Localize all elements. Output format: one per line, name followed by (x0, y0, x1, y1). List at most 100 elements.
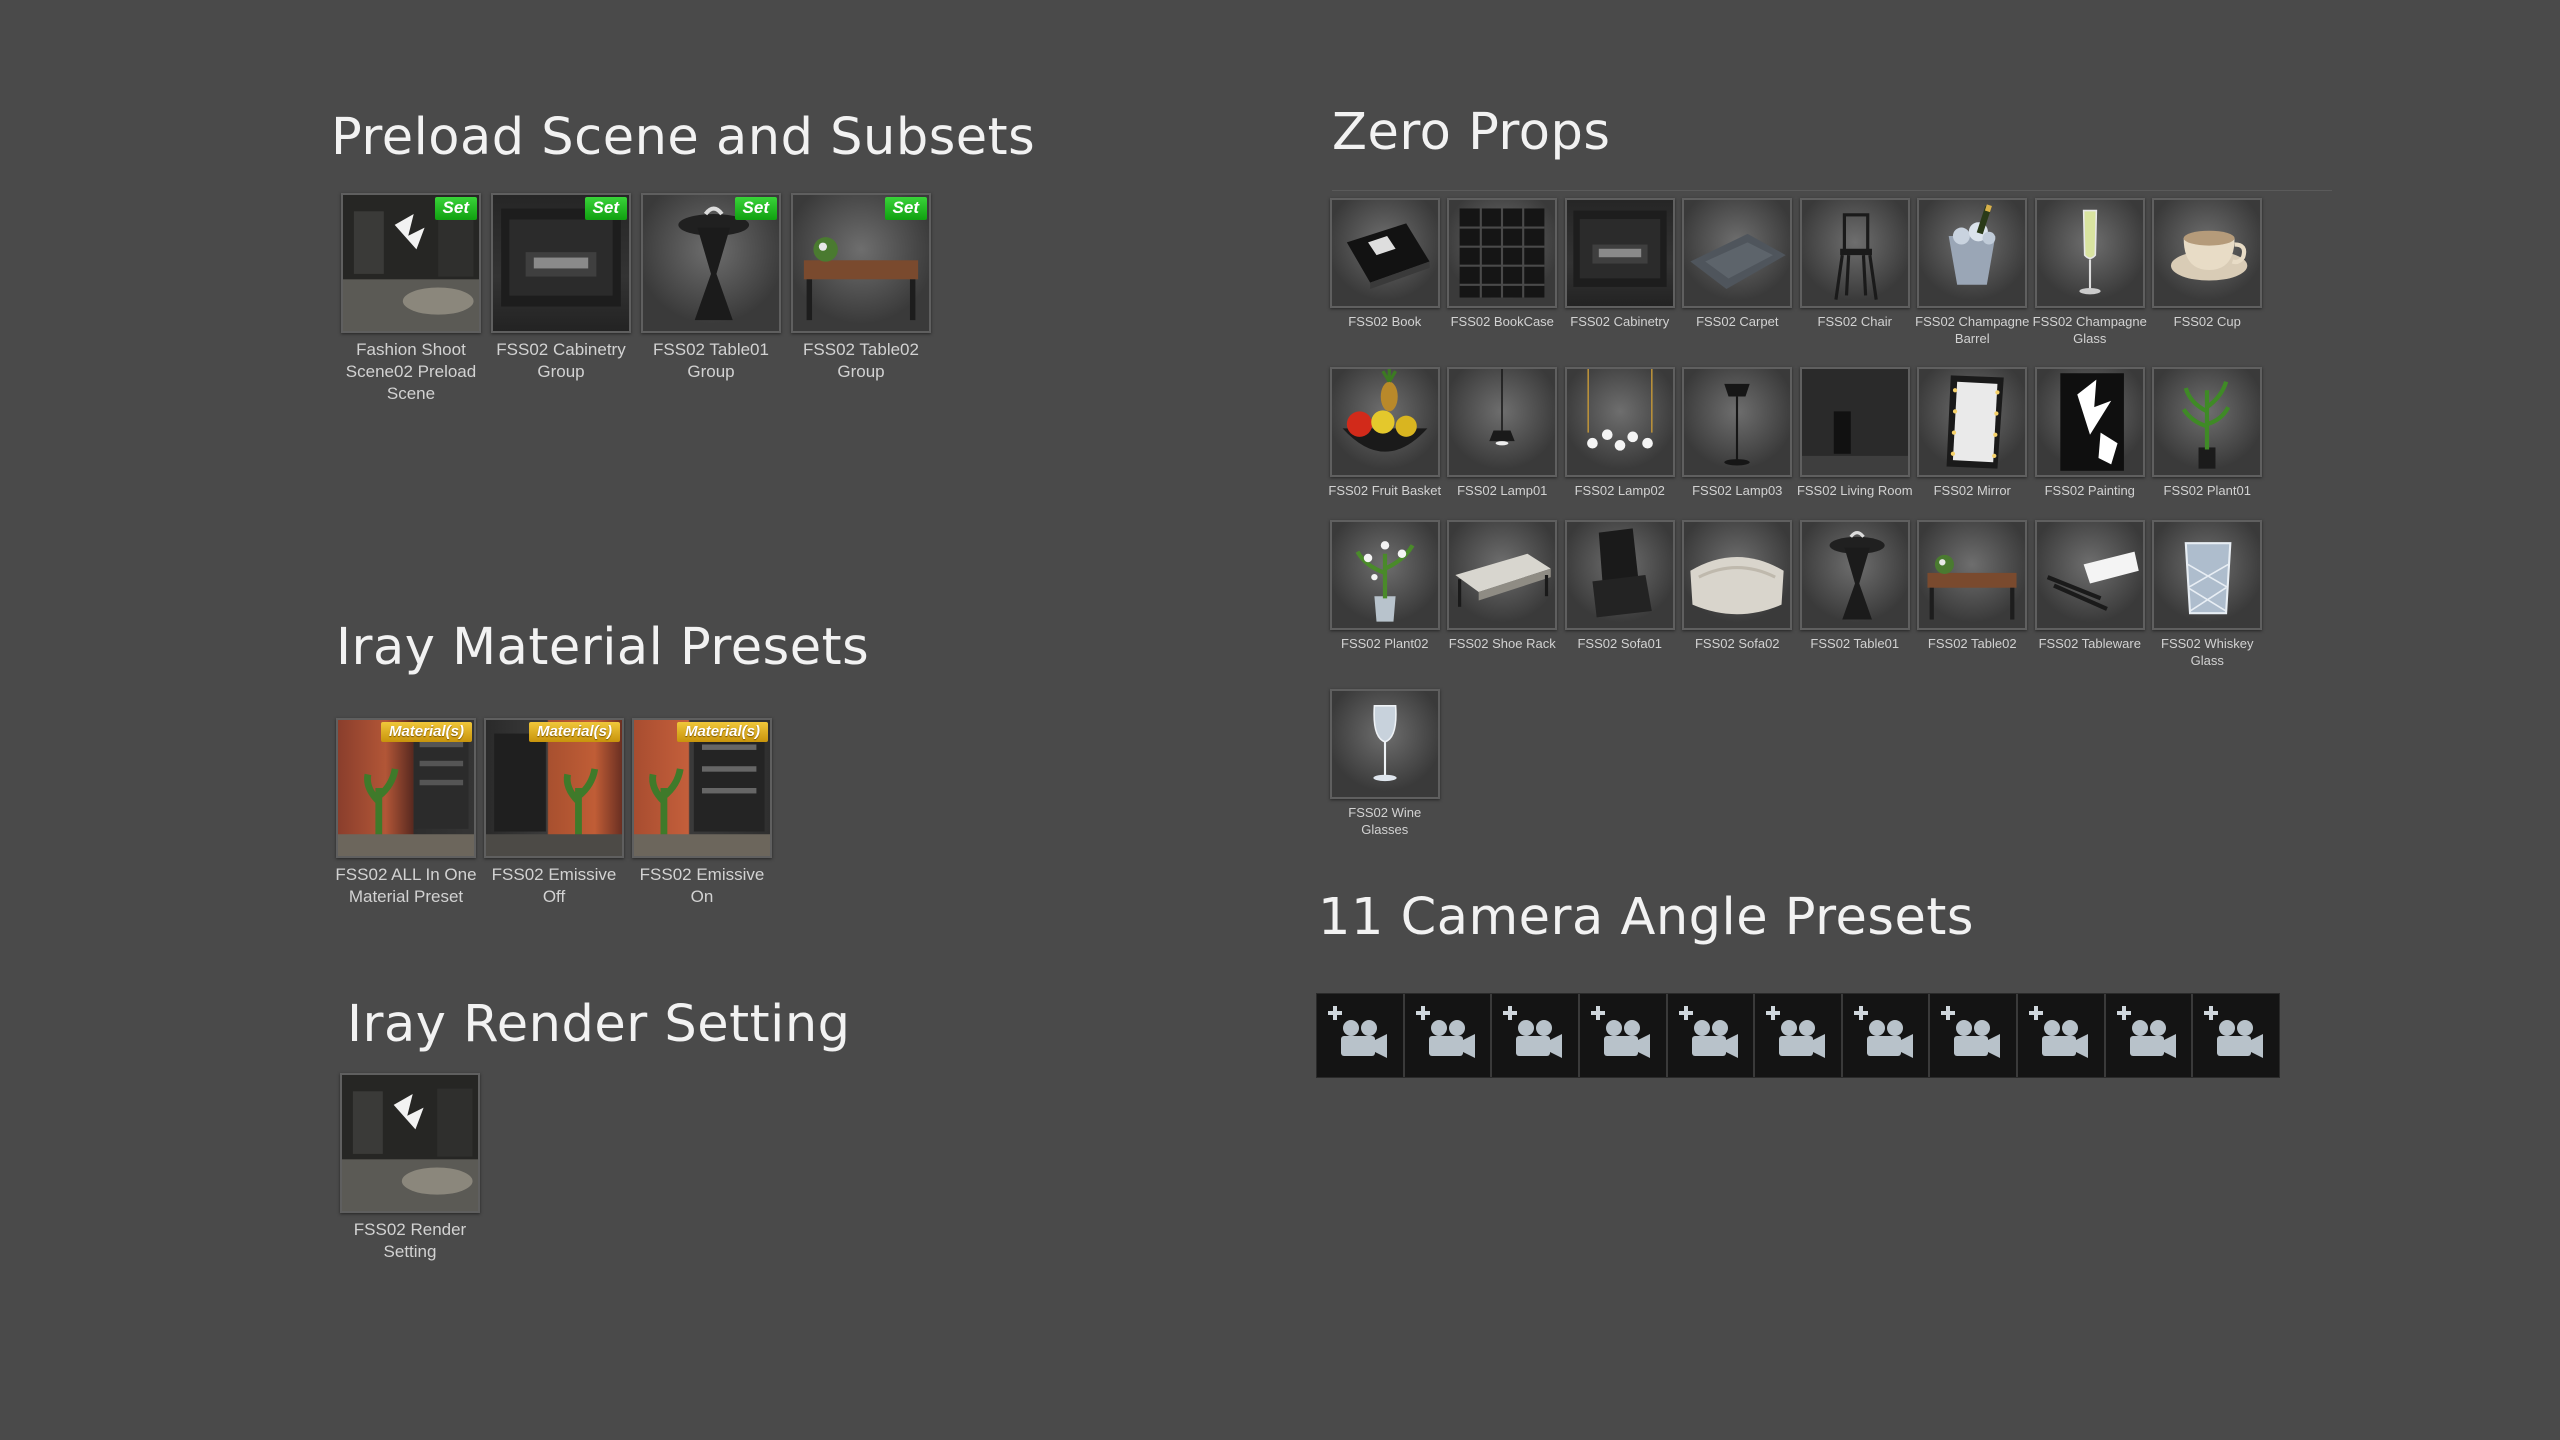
lamp03-icon[interactable] (1682, 367, 1793, 478)
tile-label: FSS02 Emissive On (639, 865, 765, 906)
shoe-rack-icon[interactable] (1447, 519, 1558, 630)
tile-fss02-cabinetry[interactable]: FSS02 Cabinetry (1561, 198, 1679, 347)
set-badge: Set (884, 197, 927, 220)
tile-fss02-table02-group[interactable]: Set FSS02 Table02 Group (786, 193, 936, 404)
tile-fss02-lamp03[interactable]: FSS02 Lamp03 (1679, 367, 1797, 500)
bookcase-icon[interactable] (1447, 198, 1558, 308)
iray-render-title: Iray Render Setting (347, 995, 851, 1054)
tableware-icon[interactable] (2034, 519, 2145, 630)
tile-label: FSS02 Cabinetry Group (496, 340, 626, 381)
tile-fss02-cabinetry-group[interactable]: Set FSS02 Cabinetry Group (486, 193, 636, 404)
camera-preset-4[interactable] (1579, 994, 1668, 1077)
tile-fss02-champagne-glass[interactable]: FSS02 Champagne Glass (2031, 198, 2149, 347)
emissive-off-icon[interactable]: Material(s) (484, 718, 624, 858)
tile-fss02-whiskey-glass[interactable]: FSS02 Whiskey Glass (2149, 519, 2267, 669)
tile-fss02-fruit-basket[interactable]: FSS02 Fruit Basket (1326, 367, 1444, 500)
tile-fss02-table02[interactable]: FSS02 Table02 (1914, 519, 2032, 669)
carpet-icon[interactable] (1682, 198, 1793, 308)
tile-fss02-book[interactable]: FSS02 Book (1326, 198, 1444, 347)
tile-fss02-chair[interactable]: FSS02 Chair (1796, 198, 1914, 347)
fruit-basket-icon[interactable] (1329, 367, 1440, 478)
tile-fss02-plant02[interactable]: FSS02 Plant02 (1326, 519, 1444, 669)
material-preset-icon[interactable]: Material(s) (336, 718, 476, 858)
lamp01-icon[interactable] (1447, 367, 1558, 478)
tile-label: FSS02 Table01 (1810, 635, 1900, 651)
camera-preset-8[interactable] (1930, 994, 2019, 1077)
tile-fss02-mirror[interactable]: FSS02 Mirror (1914, 367, 2032, 500)
tile-label: FSS02 Wine Glasses (1348, 805, 1422, 837)
render-setting-icon[interactable] (340, 1073, 480, 1213)
camera-preset-7[interactable] (1842, 994, 1931, 1077)
tile-label: FSS02 Emissive Off (491, 865, 617, 906)
table01-icon[interactable]: Set (641, 193, 781, 333)
mirror-icon[interactable] (1917, 367, 2028, 478)
whiskey-glass-icon[interactable] (2152, 519, 2263, 630)
tile-fss02-cup[interactable]: FSS02 Cup (2149, 198, 2267, 347)
tile-label: FSS02 Chair (1817, 314, 1892, 329)
table02-icon[interactable] (1917, 519, 2028, 630)
tile-label: FSS02 Tableware (2038, 635, 2141, 651)
cup-icon[interactable] (2152, 198, 2263, 308)
living-room-icon[interactable] (1799, 367, 1910, 478)
add-camera-icon (1503, 1006, 1563, 1058)
room-scene-icon[interactable]: Set (341, 193, 481, 333)
camera-preset-3[interactable] (1492, 994, 1580, 1077)
emissive-on-icon[interactable]: Material(s) (632, 718, 772, 858)
tile-label: FSS02 Sofa01 (1577, 635, 1663, 651)
tile-fss02-emissive-on[interactable]: Material(s) FSS02 Emissive On (628, 718, 776, 908)
tile-fss02-living-room[interactable]: FSS02 Living Room (1796, 367, 1914, 500)
camera-preset-2[interactable] (1404, 994, 1493, 1077)
tile-fss02-tableware[interactable]: FSS02 Tableware (2031, 519, 2149, 669)
cabinetry-icon[interactable]: Set (491, 193, 631, 333)
camera-preset-strip (1316, 993, 2280, 1078)
tile-fss02-render-setting[interactable]: FSS02 Render Setting (335, 1073, 485, 1263)
tile-fss02-champagne-barrel[interactable]: FSS02 Champagne Barrel (1914, 198, 2032, 347)
camera-preset-9[interactable] (2018, 994, 2106, 1077)
tile-label: FSS02 Lamp02 (1574, 483, 1665, 499)
champagne-glass-icon[interactable] (2034, 198, 2145, 308)
plant01-icon[interactable] (2152, 367, 2263, 478)
tile-label: FSS02 Painting (2044, 483, 2135, 499)
tile-fss02-wine-glasses[interactable]: FSS02 Wine Glasses (1326, 689, 1444, 838)
tile-label: FSS02 ALL In One Material Preset (335, 865, 477, 906)
tile-fss02-painting[interactable]: FSS02 Painting (2031, 367, 2149, 500)
add-camera-icon (1678, 1006, 1738, 1058)
champagne-barrel-icon[interactable] (1917, 198, 2028, 308)
camera-preset-6[interactable] (1755, 994, 1843, 1077)
tile-fss02-emissive-off[interactable]: Material(s) FSS02 Emissive Off (480, 718, 628, 908)
table02-icon[interactable]: Set (791, 193, 931, 333)
zero-props-divider (1332, 190, 2332, 191)
tile-fss02-all-in-one-material-preset[interactable]: Material(s) FSS02 ALL In One Material Pre… (332, 718, 480, 908)
tile-fss02-lamp02[interactable]: FSS02 Lamp02 (1561, 367, 1679, 500)
tile-label: FSS02 Table01 Group (653, 340, 769, 381)
tile-fss02-lamp01[interactable]: FSS02 Lamp01 (1444, 367, 1562, 500)
chair-icon[interactable] (1799, 198, 1910, 308)
tile-label: FSS02 Sofa02 (1694, 635, 1780, 651)
tile-fss02-sofa02[interactable]: FSS02 Sofa02 (1679, 519, 1797, 669)
tile-fss02-table01-group[interactable]: Set FSS02 Table01 Group (636, 193, 786, 404)
table01-icon[interactable] (1799, 519, 1910, 630)
tile-label: FSS02 Lamp01 (1457, 483, 1548, 499)
book-icon[interactable] (1329, 198, 1440, 308)
set-badge: Set (734, 197, 777, 220)
tile-fashion-shoot-scene02-preload-scene[interactable]: Set Fashion Shoot Scene02 Preload Scene (336, 193, 486, 404)
cabinetry-icon[interactable] (1564, 198, 1675, 308)
lamp02-icon[interactable] (1564, 367, 1675, 478)
tile-label: FSS02 Whiskey Glass (2161, 635, 2254, 668)
material-badge: Material(s) (676, 722, 768, 742)
sofa01-icon[interactable] (1564, 519, 1675, 630)
camera-preset-5[interactable] (1667, 994, 1756, 1077)
camera-preset-11[interactable] (2193, 994, 2280, 1077)
tile-fss02-table01[interactable]: FSS02 Table01 (1796, 519, 1914, 669)
plant02-icon[interactable] (1329, 519, 1440, 630)
sofa02-icon[interactable] (1682, 519, 1793, 630)
wine-glasses-icon[interactable] (1329, 689, 1440, 800)
tile-fss02-sofa01[interactable]: FSS02 Sofa01 (1561, 519, 1679, 669)
painting-icon[interactable] (2034, 367, 2145, 478)
camera-preset-1[interactable] (1317, 994, 1405, 1077)
tile-fss02-carpet[interactable]: FSS02 Carpet (1679, 198, 1797, 347)
camera-preset-10[interactable] (2105, 994, 2194, 1077)
tile-fss02-shoe-rack[interactable]: FSS02 Shoe Rack (1444, 519, 1562, 669)
tile-fss02-plant01[interactable]: FSS02 Plant01 (2149, 367, 2267, 500)
tile-fss02-bookcase[interactable]: FSS02 BookCase (1444, 198, 1562, 347)
